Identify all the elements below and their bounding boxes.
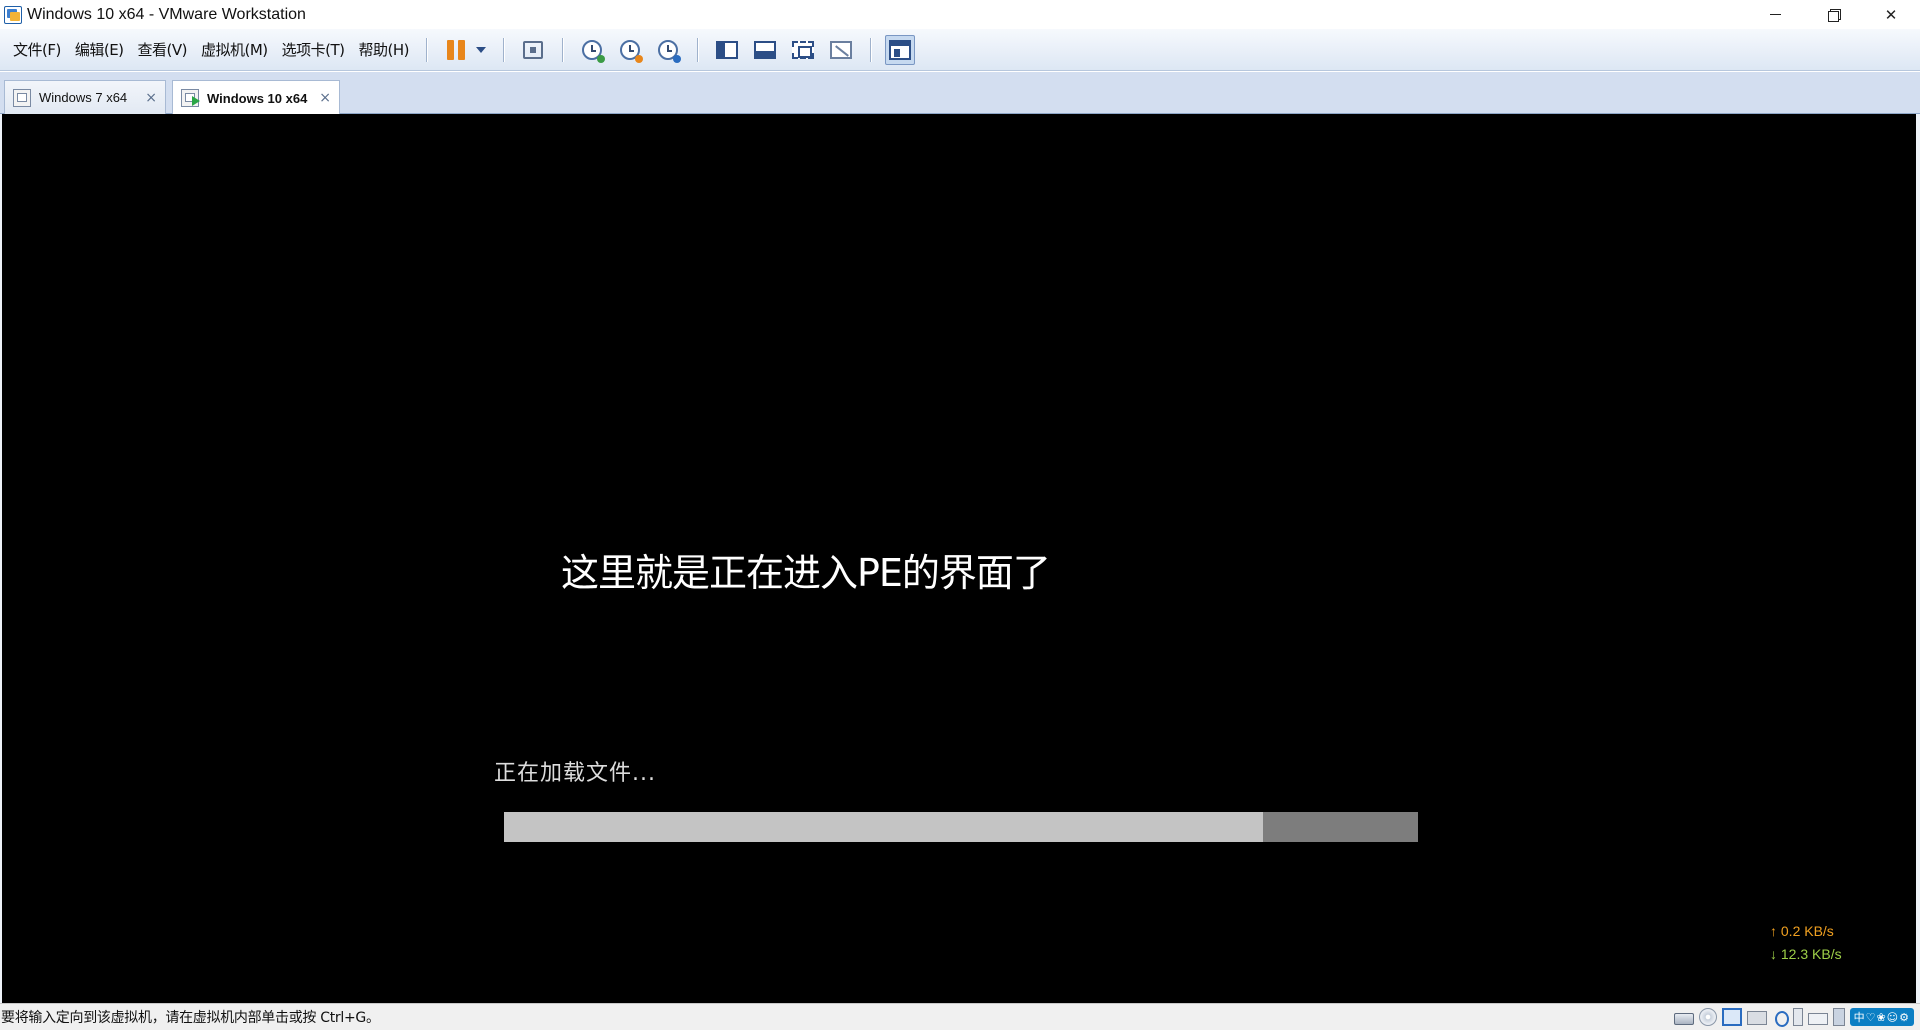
vm-console-screen[interactable]: 这里就是正在进入PE的界面了 正在加载文件... ↑ 0.2 KB/s ↓ 12… (2, 114, 1916, 1003)
full-screen-button[interactable] (788, 35, 818, 65)
toolbar-separator (870, 37, 872, 62)
close-button[interactable]: ✕ (1862, 0, 1920, 29)
menu-vm[interactable]: 虚拟机(M) (194, 39, 275, 60)
loading-files-text: 正在加载文件... (494, 761, 656, 786)
menu-view[interactable]: 查看(V) (131, 39, 194, 60)
snapshot-manager-button[interactable] (653, 35, 683, 65)
sound-card-icon[interactable] (1772, 1008, 1789, 1027)
vm-tab-bar: Windows 7 x64 × Windows 10 x64 × (0, 72, 1920, 115)
menu-help[interactable]: 帮助(H) (352, 39, 416, 60)
upload-speed: ↑ 0.2 KB/s (1770, 923, 1834, 939)
toolbar-separator (426, 37, 428, 62)
revert-snapshot-button[interactable] (615, 35, 645, 65)
show-library-button[interactable] (712, 35, 742, 65)
console-view-icon (889, 39, 912, 60)
snapshot-add-badge-icon (597, 54, 606, 63)
restore-button[interactable] (1804, 0, 1862, 29)
minimize-icon (1769, 14, 1781, 15)
snapshot-manager-badge-icon (673, 54, 682, 63)
tab-close-icon[interactable]: × (319, 90, 331, 106)
pe-loading-message: 这里就是正在进入PE的界面了 (561, 551, 1051, 595)
tab-windows-7[interactable]: Windows 7 x64 × (4, 80, 166, 114)
menu-file[interactable]: 文件(F) (6, 39, 68, 60)
tab-close-icon[interactable]: × (145, 90, 157, 106)
restore-icon (1827, 9, 1841, 22)
dropdown-icon (476, 46, 487, 53)
console-border-right (1916, 114, 1920, 1003)
vmware-window: Windows 10 x64 - VMware Workstation ✕ 文件… (0, 0, 1920, 1030)
pause-button[interactable] (441, 35, 471, 65)
menu-edit[interactable]: 编辑(E) (68, 39, 131, 60)
status-bar: 要将输入定向到该虚拟机，请在虚拟机内部单击或按 Ctrl+G。 中♡❀☺⚙ (0, 1003, 1920, 1030)
full-screen-icon (792, 40, 815, 59)
tab-windows-10[interactable]: Windows 10 x64 × (172, 80, 340, 115)
vmware-app-icon (4, 5, 22, 24)
thumbnail-bar-button[interactable] (750, 35, 780, 65)
loading-progress-bar (504, 812, 1418, 842)
tab-label: Windows 7 x64 (39, 90, 128, 105)
title-bar: Windows 10 x64 - VMware Workstation ✕ (0, 0, 1920, 29)
show-library-icon (716, 40, 739, 59)
send-ctrl-alt-del-icon (523, 40, 544, 59)
pause-icon (447, 39, 466, 60)
cd-dvd-icon[interactable] (1698, 1008, 1717, 1026)
unity-button[interactable] (826, 35, 856, 65)
menu-toolbar: 文件(F) 编辑(E) 查看(V) 虚拟机(M) 选项卡(T) 帮助(H) (0, 29, 1920, 71)
vm-running-icon (181, 89, 200, 107)
printer-icon[interactable] (1746, 1011, 1767, 1025)
toolbar-separator (697, 37, 699, 62)
console-view-button[interactable] (885, 34, 916, 65)
display-icon[interactable] (1807, 1012, 1828, 1025)
hard-disk-icon[interactable] (1673, 1013, 1694, 1025)
snapshot-revert-badge-icon (635, 54, 644, 63)
power-dropdown-button[interactable] (473, 35, 489, 65)
status-hint: 要将输入定向到该虚拟机，请在虚拟机内部单击或按 Ctrl+G。 (1, 1010, 380, 1026)
take-snapshot-button[interactable] (577, 35, 607, 65)
usb-device-icon[interactable] (1792, 1008, 1803, 1026)
vm-icon (13, 88, 31, 107)
download-speed: ↓ 12.3 KB/s (1770, 946, 1842, 962)
tab-label: Windows 10 x64 (207, 90, 308, 106)
usb-stick-icon[interactable] (1832, 1008, 1845, 1026)
minimize-button[interactable] (1746, 0, 1804, 29)
ime-indicator[interactable]: 中♡❀☺⚙ (1849, 1008, 1914, 1026)
window-title: Windows 10 x64 - VMware Workstation (27, 5, 306, 23)
device-tray: 中♡❀☺⚙ (1669, 1008, 1914, 1027)
toolbar-separator (562, 37, 564, 62)
menu-tabs[interactable]: 选项卡(T) (275, 39, 352, 60)
unity-icon (830, 40, 853, 59)
thumbnail-bar-icon (754, 40, 777, 59)
loading-progress-fill (504, 812, 1263, 842)
toolbar-separator (503, 37, 505, 62)
send-ctrl-alt-del-button[interactable] (518, 35, 548, 65)
network-speed-overlay: ↑ 0.2 KB/s ↓ 12.3 KB/s (1770, 920, 1842, 966)
close-icon: ✕ (1884, 5, 1898, 24)
network-adapter-icon[interactable] (1721, 1008, 1742, 1026)
